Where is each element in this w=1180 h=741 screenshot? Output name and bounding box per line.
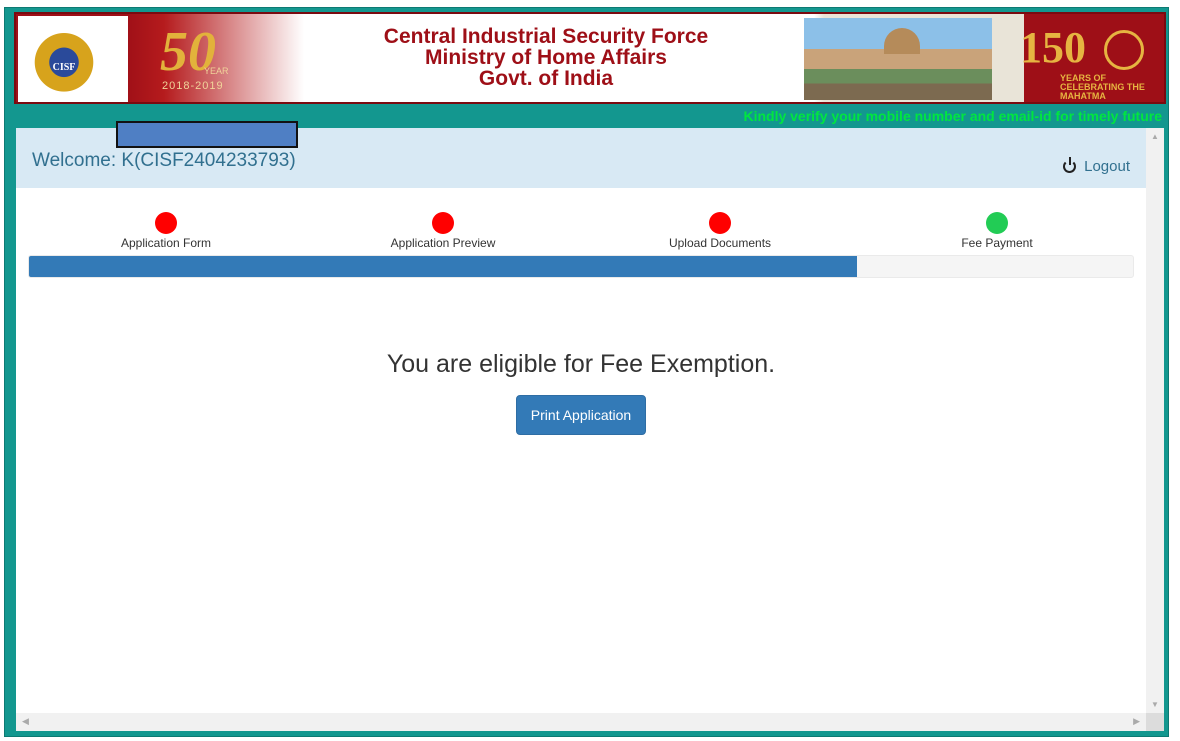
header-banner: CISF 50 YEAR 2018-2019 Central Industria… — [14, 12, 1166, 104]
header-title-line-1: Central Industrial Security Force — [383, 25, 709, 48]
step-label: Application Preview — [390, 236, 496, 250]
step-application-form: Application Form — [66, 212, 266, 250]
step-upload-documents: Upload Documents — [620, 212, 820, 250]
logout-label: Logout — [1084, 158, 1130, 175]
fifty-year-range: 2018-2019 — [162, 80, 224, 92]
step-fee-payment: Fee Payment — [897, 212, 1097, 250]
progress-bar-fill — [29, 256, 857, 277]
cisf-emblem-box: CISF — [18, 16, 128, 102]
step-status-dot — [986, 212, 1008, 234]
header-title-line-3: Govt. of India — [478, 67, 614, 90]
rashtrapati-bhavan-photo — [804, 18, 992, 100]
gandhi-150-logo: 150 YEARS OF CELEBRATING THE MAHATMA — [1004, 18, 1162, 102]
power-icon — [1063, 157, 1077, 173]
charkha-icon — [1104, 30, 1144, 70]
step-status-dot — [432, 212, 454, 234]
progress-bar — [28, 255, 1134, 278]
horizontal-scrollbar[interactable]: ◀ ▶ — [16, 713, 1146, 731]
logout-button[interactable]: Logout — [1063, 157, 1130, 175]
scroll-up-icon[interactable]: ▲ — [1151, 132, 1159, 141]
step-status-dot — [709, 212, 731, 234]
cisf-emblem-icon — [32, 26, 96, 92]
scrollbar-corner — [1146, 713, 1164, 731]
step-label: Fee Payment — [961, 236, 1033, 250]
step-status-dot — [155, 212, 177, 234]
gandhi-150-number: 150 — [1020, 23, 1086, 72]
print-application-button[interactable]: Print Application — [516, 395, 646, 435]
header-title: Central Industrial Security Force Minist… — [316, 26, 776, 89]
step-label: Application Form — [120, 236, 212, 250]
main-content: Welcome: K(CISF2404233793) Logout Applic… — [16, 128, 1164, 731]
fifty-year-logo: 50 YEAR 2018-2019 — [146, 20, 276, 100]
welcome-text: Welcome: K(CISF2404233793) — [32, 150, 296, 171]
scroll-left-icon[interactable]: ◀ — [22, 716, 29, 727]
cisf-emblem-label: CISF — [52, 62, 76, 73]
header-title-line-2: Ministry of Home Affairs — [425, 46, 667, 69]
scroll-right-icon[interactable]: ▶ — [1133, 716, 1140, 727]
scroll-down-icon[interactable]: ▼ — [1151, 700, 1159, 709]
step-application-preview: Application Preview — [343, 212, 543, 250]
vertical-scrollbar[interactable]: ▲ ▼ — [1146, 128, 1164, 713]
application-steps: Application Form Application Preview Upl… — [28, 212, 1134, 252]
step-label: Upload Documents — [668, 236, 772, 250]
fifty-year-label: YEAR — [204, 66, 229, 76]
gandhi-150-text: YEARS OF CELEBRATING THE MAHATMA — [1060, 73, 1145, 101]
fee-exemption-message: You are eligible for Fee Exemption. — [386, 350, 776, 378]
notice-marquee-text: Kindly verify your mobile number and ema… — [743, 108, 1162, 124]
redaction-box — [116, 121, 298, 148]
photo-dome — [884, 28, 920, 54]
